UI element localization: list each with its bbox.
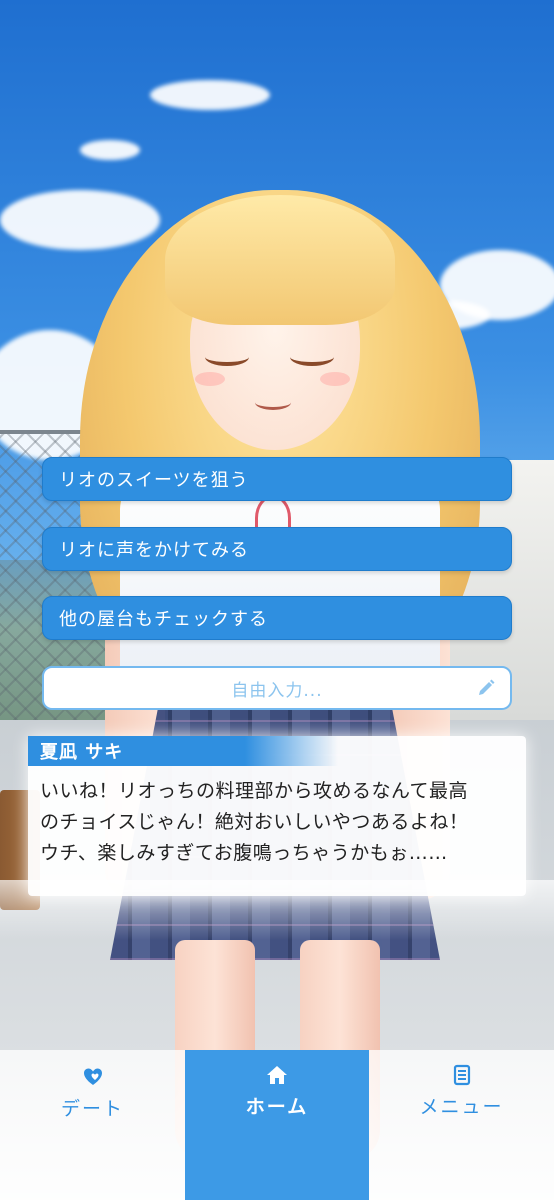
menu-list-icon: [453, 1064, 470, 1086]
dialog-text: いいね！リオっちの料理部から攻めるなんて最高 のチョイスじゃん！絶対おいしいやつ…: [40, 776, 520, 869]
nav-label: デート: [60, 1098, 124, 1120]
nav-item-menu[interactable]: メニュー: [369, 1050, 554, 1200]
choice-button-1[interactable]: リオのスイーツを狙う: [42, 457, 512, 501]
cloud: [150, 80, 270, 110]
heart-icon: [83, 1068, 102, 1085]
speaker-name: 夏凪 サキ: [40, 742, 124, 763]
home-icon: [267, 1066, 287, 1084]
dialog-line: のチョイスじゃん！絶対おいしいやつあるよね！: [40, 811, 469, 833]
character-mouth: [255, 395, 291, 410]
nav-label: ホーム: [245, 1096, 309, 1118]
choice-label: リオのスイーツを狙う: [59, 470, 249, 491]
character-bangs: [165, 195, 395, 325]
nav-item-home[interactable]: ホーム: [185, 1050, 369, 1200]
character-blush-right: [320, 372, 350, 386]
choice-button-2[interactable]: リオに声をかけてみる: [42, 527, 512, 571]
choice-button-3[interactable]: 他の屋台もチェックする: [42, 596, 512, 640]
nav-label: メニュー: [419, 1096, 504, 1118]
cloud: [0, 190, 160, 250]
dialog-line: いいね！リオっちの料理部から攻めるなんて最高: [40, 780, 469, 802]
character-blush-left: [195, 372, 225, 386]
choice-label: リオに声をかけてみる: [59, 540, 249, 561]
pencil-icon: [479, 679, 495, 695]
speaker-nameplate: 夏凪 サキ: [28, 736, 338, 766]
free-input-placeholder: 自由入力...: [231, 680, 323, 701]
choice-label: 他の屋台もチェックする: [59, 609, 268, 630]
dialog-line: ウチ、楽しみすぎてお腹鳴っちゃうかもぉ……: [40, 842, 448, 864]
character-eye-right: [290, 348, 334, 366]
nav-item-date[interactable]: デート: [0, 1050, 185, 1200]
cloud: [80, 140, 140, 160]
character-eye-left: [205, 348, 249, 366]
free-input-field[interactable]: 自由入力...: [42, 666, 512, 710]
